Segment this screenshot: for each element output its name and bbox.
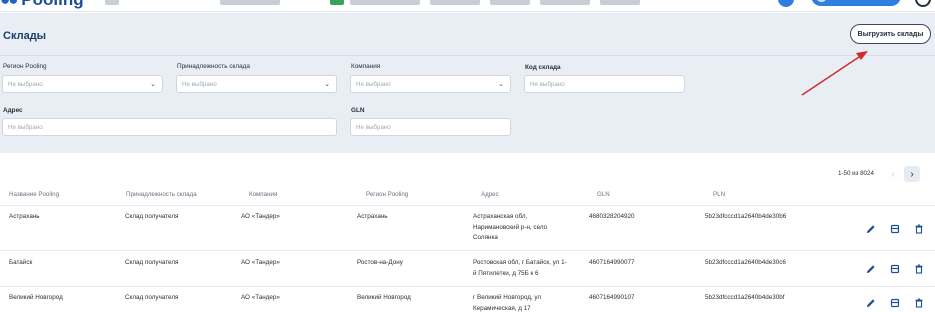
trash-icon[interactable] bbox=[914, 264, 924, 274]
column-header-belonging[interactable]: Принадлежность склада bbox=[126, 191, 197, 198]
table-divider bbox=[0, 250, 935, 251]
pencil-icon[interactable] bbox=[866, 224, 876, 234]
company-filter-select[interactable]: Не выбрано ⌄ bbox=[350, 75, 511, 93]
address-line: Астраханская обл, bbox=[473, 213, 528, 220]
cell-region: Ростов-на-Дону bbox=[357, 259, 403, 266]
chevron-right-icon: › bbox=[910, 168, 914, 180]
address-filter-label: Адрес bbox=[3, 107, 23, 114]
card-icon[interactable] bbox=[890, 224, 900, 234]
cell-gln: 4607164990107 bbox=[589, 294, 635, 301]
chevron-down-icon: ⌄ bbox=[498, 81, 504, 88]
cell-pln: 5b23dfcccd1a2640b4de30b6 bbox=[705, 213, 787, 220]
cell-address: г Великий Новгород, ул Керамическая, д 1… bbox=[473, 293, 541, 312]
cell-pln: 5b23dfcccd1a2640b4de30bf bbox=[705, 294, 785, 301]
cell-belonging: Склад получателя bbox=[125, 294, 179, 301]
cell-region: Астрахань bbox=[357, 213, 388, 220]
cell-address: Ростовская обл, г Батайск, ул 1- й Пятил… bbox=[473, 258, 567, 279]
cell-name: Великий Новгород bbox=[9, 294, 63, 301]
address-line: г Великий Новгород, ул bbox=[473, 294, 542, 301]
card-icon[interactable] bbox=[890, 298, 900, 308]
region-filter-select[interactable]: Не выбрано ⌄ bbox=[2, 75, 163, 93]
cell-company: АО «Тандер» bbox=[241, 259, 280, 266]
cell-gln: 4680328204920 bbox=[589, 213, 635, 220]
belonging-filter-placeholder: Не выбрано bbox=[182, 80, 217, 88]
column-header-pln[interactable]: PLN bbox=[713, 191, 725, 198]
column-header-address[interactable]: Адрес bbox=[481, 191, 499, 198]
cell-belonging: Склад получателя bbox=[125, 259, 179, 266]
region-filter-label: Регион Pooling bbox=[3, 63, 47, 70]
column-header-region[interactable]: Регион Pooling bbox=[366, 191, 408, 198]
pencil-icon[interactable] bbox=[866, 298, 876, 308]
cell-company: АО «Тандер» bbox=[241, 213, 280, 220]
pagination-range: 1-50 из 8024 bbox=[838, 170, 874, 177]
trash-icon[interactable] bbox=[914, 298, 924, 308]
address-filter-placeholder: Не выбрано bbox=[8, 123, 43, 131]
address-line: й Пятилетки, д 75Б к 6 bbox=[473, 269, 539, 277]
column-header-gln[interactable]: GLN bbox=[597, 191, 610, 198]
gln-filter-label: GLN bbox=[351, 107, 365, 114]
cell-region: Великий Новгород bbox=[357, 294, 411, 301]
gln-filter-placeholder: Не выбрано bbox=[356, 123, 391, 131]
cell-address: Астраханская обл, Наримановский р-н, сел… bbox=[473, 212, 547, 244]
pencil-icon[interactable] bbox=[866, 264, 876, 274]
page-root: ●● Pooling Склады Выгрузить склады Регио… bbox=[0, 0, 935, 312]
code-filter-input[interactable]: Не выбрано bbox=[524, 75, 685, 93]
column-header-company[interactable]: Компания bbox=[249, 191, 277, 198]
chevron-left-icon: ‹ bbox=[891, 168, 895, 180]
address-line: Керамическая, д 17 bbox=[473, 304, 531, 312]
chevron-down-icon: ⌄ bbox=[150, 81, 156, 88]
address-line: Ростовская обл, г Батайск, ул 1- bbox=[473, 259, 567, 266]
chevron-down-icon: ⌄ bbox=[324, 81, 330, 88]
address-line: Наримановский р-н, село bbox=[473, 223, 548, 231]
address-line: Солянка bbox=[473, 234, 498, 241]
belonging-filter-select[interactable]: Не выбрано ⌄ bbox=[176, 75, 337, 93]
cell-name: Астрахань bbox=[9, 213, 40, 220]
company-filter-label: Компания bbox=[351, 63, 381, 70]
cell-pln: 5b23dfcccd1a2640b4de30c6 bbox=[705, 259, 786, 266]
table-divider bbox=[0, 205, 935, 206]
gln-filter-input[interactable]: Не выбрано bbox=[350, 118, 511, 136]
code-filter-placeholder: Не выбрано bbox=[530, 80, 565, 88]
card-icon[interactable] bbox=[890, 264, 900, 274]
cell-company: АО «Тандер» bbox=[241, 294, 280, 301]
belonging-filter-label: Принадлежность склада bbox=[177, 63, 250, 70]
column-header-name[interactable]: Название Pooling bbox=[9, 191, 59, 198]
cell-gln: 4607164990077 bbox=[589, 259, 635, 266]
next-page-button[interactable]: › bbox=[904, 166, 920, 182]
region-filter-placeholder: Не выбрано bbox=[8, 80, 43, 88]
company-filter-placeholder: Не выбрано bbox=[356, 80, 391, 88]
cell-belonging: Склад получателя bbox=[125, 213, 179, 220]
prev-page-button[interactable]: ‹ bbox=[885, 166, 901, 182]
address-filter-input[interactable]: Не выбрано bbox=[2, 118, 337, 136]
table-divider bbox=[0, 286, 935, 287]
trash-icon[interactable] bbox=[914, 224, 924, 234]
cell-name: Батайск bbox=[9, 259, 33, 266]
code-filter-label: Код склада bbox=[525, 64, 561, 71]
